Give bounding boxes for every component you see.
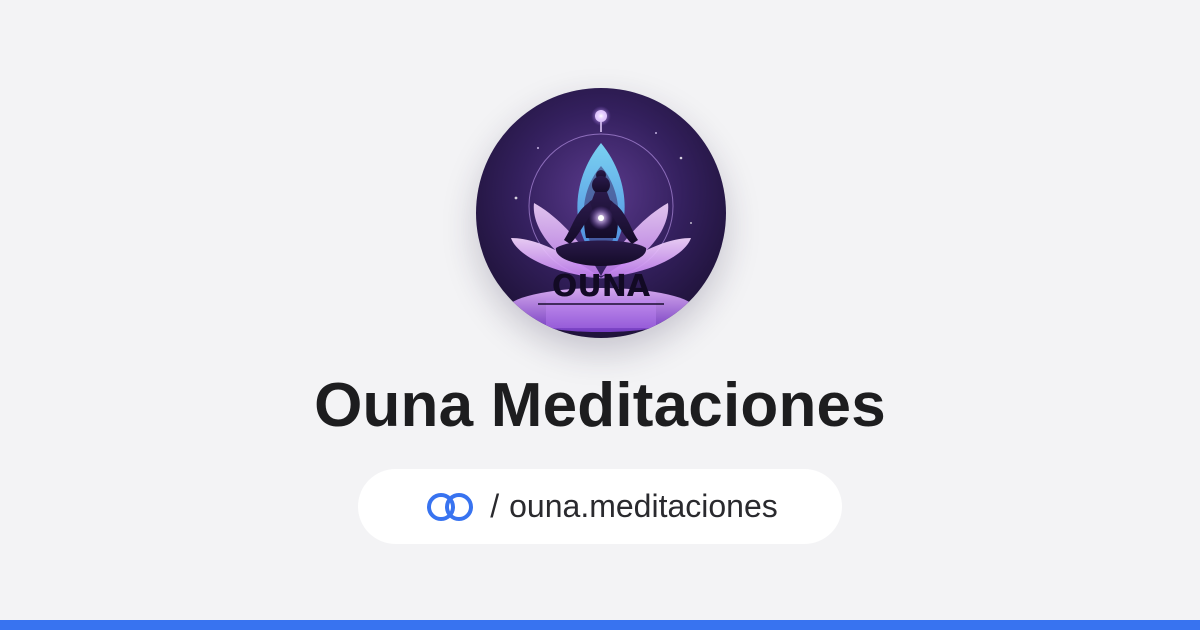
profile-card: OUNA Ouna Meditaciones / ouna.meditacion… xyxy=(0,0,1200,630)
profile-link-button[interactable]: / ouna.meditaciones xyxy=(358,469,842,544)
meditation-lotus-logo-icon: OUNA xyxy=(476,88,726,338)
profile-handle: ouna.meditaciones xyxy=(509,488,778,524)
linked-rings-icon xyxy=(427,492,474,521)
profile-name: Ouna Meditaciones xyxy=(314,371,886,440)
logo-text: OUNA xyxy=(552,269,651,304)
avatar: OUNA xyxy=(476,88,726,338)
handle-separator: / xyxy=(490,488,500,524)
accent-bar xyxy=(0,620,1200,630)
